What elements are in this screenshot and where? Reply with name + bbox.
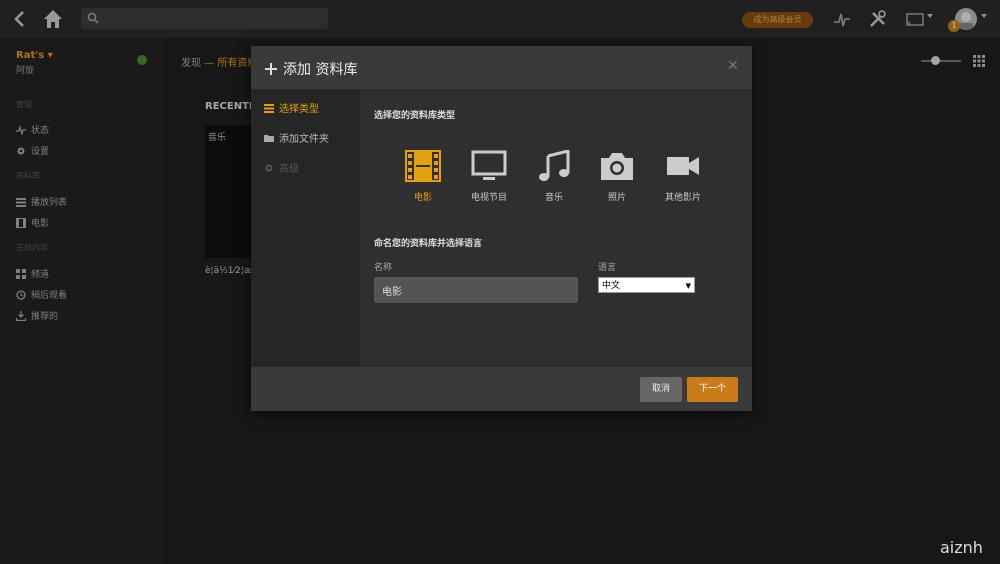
gear-icon <box>265 164 273 171</box>
select-type-heading: 选择您的资料库类型 <box>374 111 456 121</box>
library-type-label: 电视节目 <box>470 193 507 203</box>
add-library-dialog: 添加 资料库 ✕ 选择类型 添加文件夹 高级 选择您的资料库类型 取消 下一个 <box>251 46 752 411</box>
step-select-type[interactable]: 选择类型 <box>264 100 319 115</box>
name-language-heading: 命名您的资料库并选择语言 <box>374 239 483 249</box>
step-advanced[interactable]: 高级 <box>264 160 299 175</box>
watermark: aiznh <box>940 538 983 557</box>
dropdown-arrow-icon: ▼ <box>685 282 691 290</box>
step-label: 添加文件夹 <box>279 134 329 145</box>
library-type-other-videos[interactable]: 其他影片 <box>658 150 708 203</box>
step-add-folders[interactable]: 添加文件夹 <box>264 130 329 145</box>
video-camera-icon <box>667 157 699 175</box>
tv-icon <box>471 150 507 180</box>
library-type-label: 音乐 <box>544 193 563 203</box>
language-select[interactable]: 中文 ▼ <box>598 277 695 293</box>
plus-icon <box>265 63 277 75</box>
dialog-footer: 取消 下一个 <box>251 366 752 411</box>
camera-icon <box>601 153 633 180</box>
dialog-title-text: 添加 资料库 <box>283 62 358 78</box>
library-type-label: 电影 <box>413 193 432 203</box>
dialog-body: 选择您的资料库类型 <box>360 90 752 366</box>
list-icon <box>264 103 274 113</box>
dialog-header: 添加 资料库 ✕ <box>251 46 752 90</box>
music-note-icon <box>539 150 570 181</box>
library-type-music[interactable]: 音乐 <box>529 150 579 203</box>
name-label: 名称 <box>374 263 393 273</box>
language-label: 语言 <box>598 263 617 273</box>
library-type-label: 照片 <box>607 193 626 203</box>
film-strip-icon <box>405 150 441 182</box>
language-selected-value: 中文 <box>602 281 621 291</box>
close-icon[interactable]: ✕ <box>727 59 739 73</box>
library-name-input[interactable] <box>374 277 578 303</box>
step-label: 高级 <box>279 164 299 175</box>
library-type-label: 其他影片 <box>664 193 701 203</box>
library-type-movies[interactable]: 电影 <box>398 150 448 203</box>
library-type-photos[interactable]: 照片 <box>592 150 642 203</box>
folder-icon <box>264 134 274 142</box>
dialog-title: 添加 资料库 <box>265 59 357 79</box>
cancel-button[interactable]: 取消 <box>640 377 682 402</box>
step-label: 选择类型 <box>279 104 319 115</box>
next-button[interactable]: 下一个 <box>687 377 738 402</box>
wizard-steps: 选择类型 添加文件夹 高级 <box>251 90 360 366</box>
library-type-tv[interactable]: 电视节目 <box>464 150 514 203</box>
